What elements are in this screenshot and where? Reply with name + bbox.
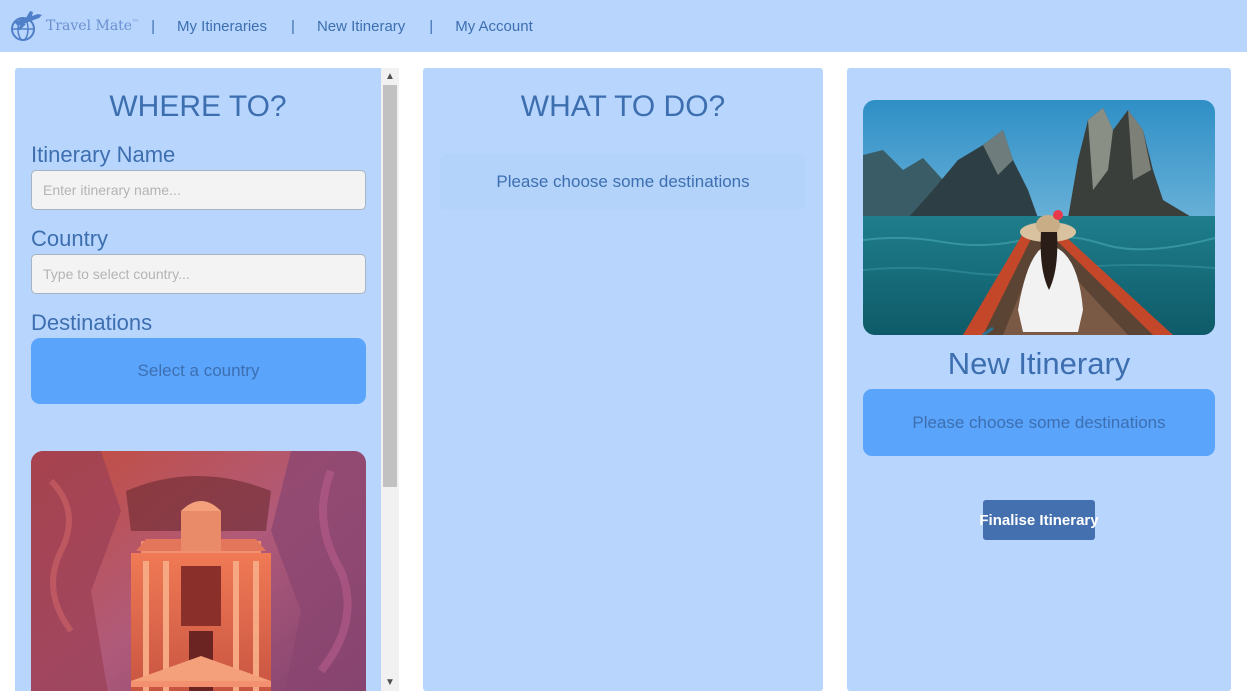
- itinerary-name-input[interactable]: [31, 170, 366, 210]
- boat-lake-illustration: [863, 100, 1215, 335]
- nav-link-my-itineraries[interactable]: My Itineraries: [177, 18, 267, 35]
- finalise-itinerary-button[interactable]: Finalise Itinerary: [979, 500, 1099, 540]
- plane-globe-logo-icon: [11, 11, 42, 41]
- where-to-panel: WHERE TO? Itinerary Name Country Destina…: [15, 68, 381, 691]
- brand[interactable]: Travel Mate™: [8, 10, 139, 42]
- new-itinerary-panel: New Itinerary Please choose some destina…: [847, 68, 1231, 691]
- boat-lake-image: [863, 100, 1215, 335]
- destinations-label: Destinations: [31, 310, 153, 335]
- nav-separator: |: [151, 17, 155, 35]
- scroll-thumb[interactable]: [383, 85, 397, 487]
- petra-treasury-illustration: [31, 451, 366, 691]
- nav-link-new-itinerary[interactable]: New Itinerary: [317, 18, 405, 35]
- nav-link-my-account[interactable]: My Account: [455, 18, 533, 35]
- activities-empty-message: Please choose some destinations: [440, 154, 806, 210]
- nav-separator: |: [291, 17, 295, 35]
- country-label: Country: [31, 226, 109, 251]
- itinerary-empty-message: Please choose some destinations: [863, 389, 1215, 456]
- itinerary-name-label: Itinerary Name: [31, 142, 176, 167]
- what-to-do-title: WHAT TO DO?: [520, 90, 726, 123]
- what-to-do-panel: WHAT TO DO? Please choose some destinati…: [423, 68, 823, 691]
- scroll-up-icon[interactable]: ▲: [381, 68, 399, 85]
- new-itinerary-title: New Itinerary: [947, 346, 1131, 381]
- top-navbar: Travel Mate™ | My Itineraries | New Itin…: [0, 0, 1247, 52]
- nav-separator: |: [429, 17, 434, 35]
- petra-treasury-image: [31, 451, 366, 691]
- brand-name: Travel Mate™: [46, 18, 140, 34]
- where-to-title: WHERE TO?: [109, 90, 287, 123]
- scroll-down-icon[interactable]: ▼: [381, 674, 399, 691]
- select-country-box[interactable]: Select a country: [31, 338, 366, 404]
- country-input[interactable]: [31, 254, 366, 294]
- left-panel-scrollbar[interactable]: ▲ ▼: [381, 68, 399, 691]
